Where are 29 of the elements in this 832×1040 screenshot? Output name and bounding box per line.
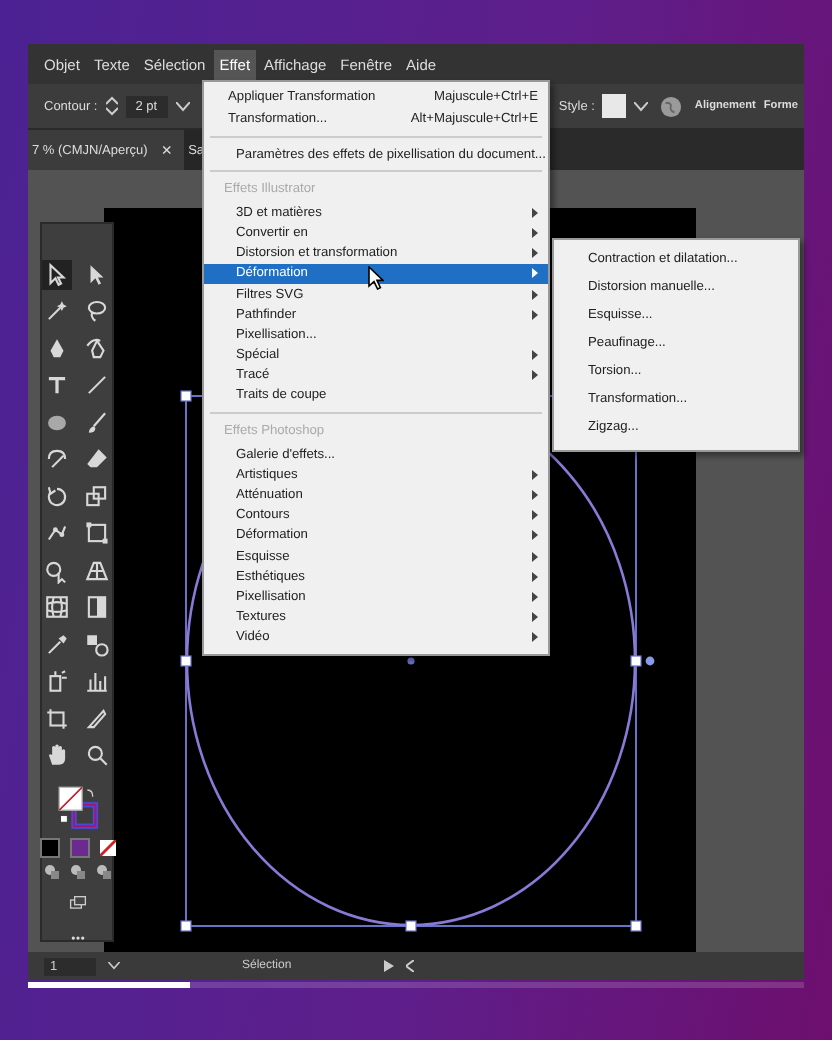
style-swatch[interactable] — [602, 94, 627, 118]
none-swatch-icon[interactable] — [99, 839, 115, 856]
draw-mode-icon[interactable] — [43, 864, 59, 881]
close-icon[interactable]: × — [161, 140, 173, 160]
free-transform-icon[interactable] — [82, 518, 112, 549]
gradient-icon[interactable] — [82, 592, 112, 623]
video-progress-bar[interactable] — [28, 982, 804, 988]
eyedropper-icon[interactable] — [42, 629, 72, 660]
globe-icon[interactable] — [660, 95, 683, 117]
mouse-cursor-icon — [368, 266, 384, 290]
caret-icon[interactable] — [175, 101, 190, 111]
knife-icon[interactable] — [82, 703, 112, 734]
blend-icon[interactable] — [82, 629, 112, 660]
mesh-icon[interactable] — [42, 592, 72, 623]
rotate-icon[interactable] — [42, 481, 72, 512]
screen-mode-icon[interactable] — [65, 895, 89, 909]
caret-icon[interactable] — [108, 962, 120, 970]
more-icon[interactable] — [67, 936, 87, 941]
draw-mode-icon[interactable] — [95, 864, 111, 881]
spinner-icon[interactable] — [105, 96, 118, 116]
artboard-icon[interactable] — [42, 703, 72, 734]
play-icon[interactable] — [383, 960, 394, 972]
color-swatch[interactable] — [39, 837, 59, 858]
scale-icon[interactable] — [82, 481, 112, 512]
lasso-icon[interactable] — [82, 296, 112, 327]
caret-icon[interactable] — [634, 101, 649, 111]
color-swatch[interactable] — [69, 837, 89, 858]
draw-mode-icon[interactable] — [69, 864, 85, 881]
zoom-icon[interactable] — [82, 740, 112, 771]
